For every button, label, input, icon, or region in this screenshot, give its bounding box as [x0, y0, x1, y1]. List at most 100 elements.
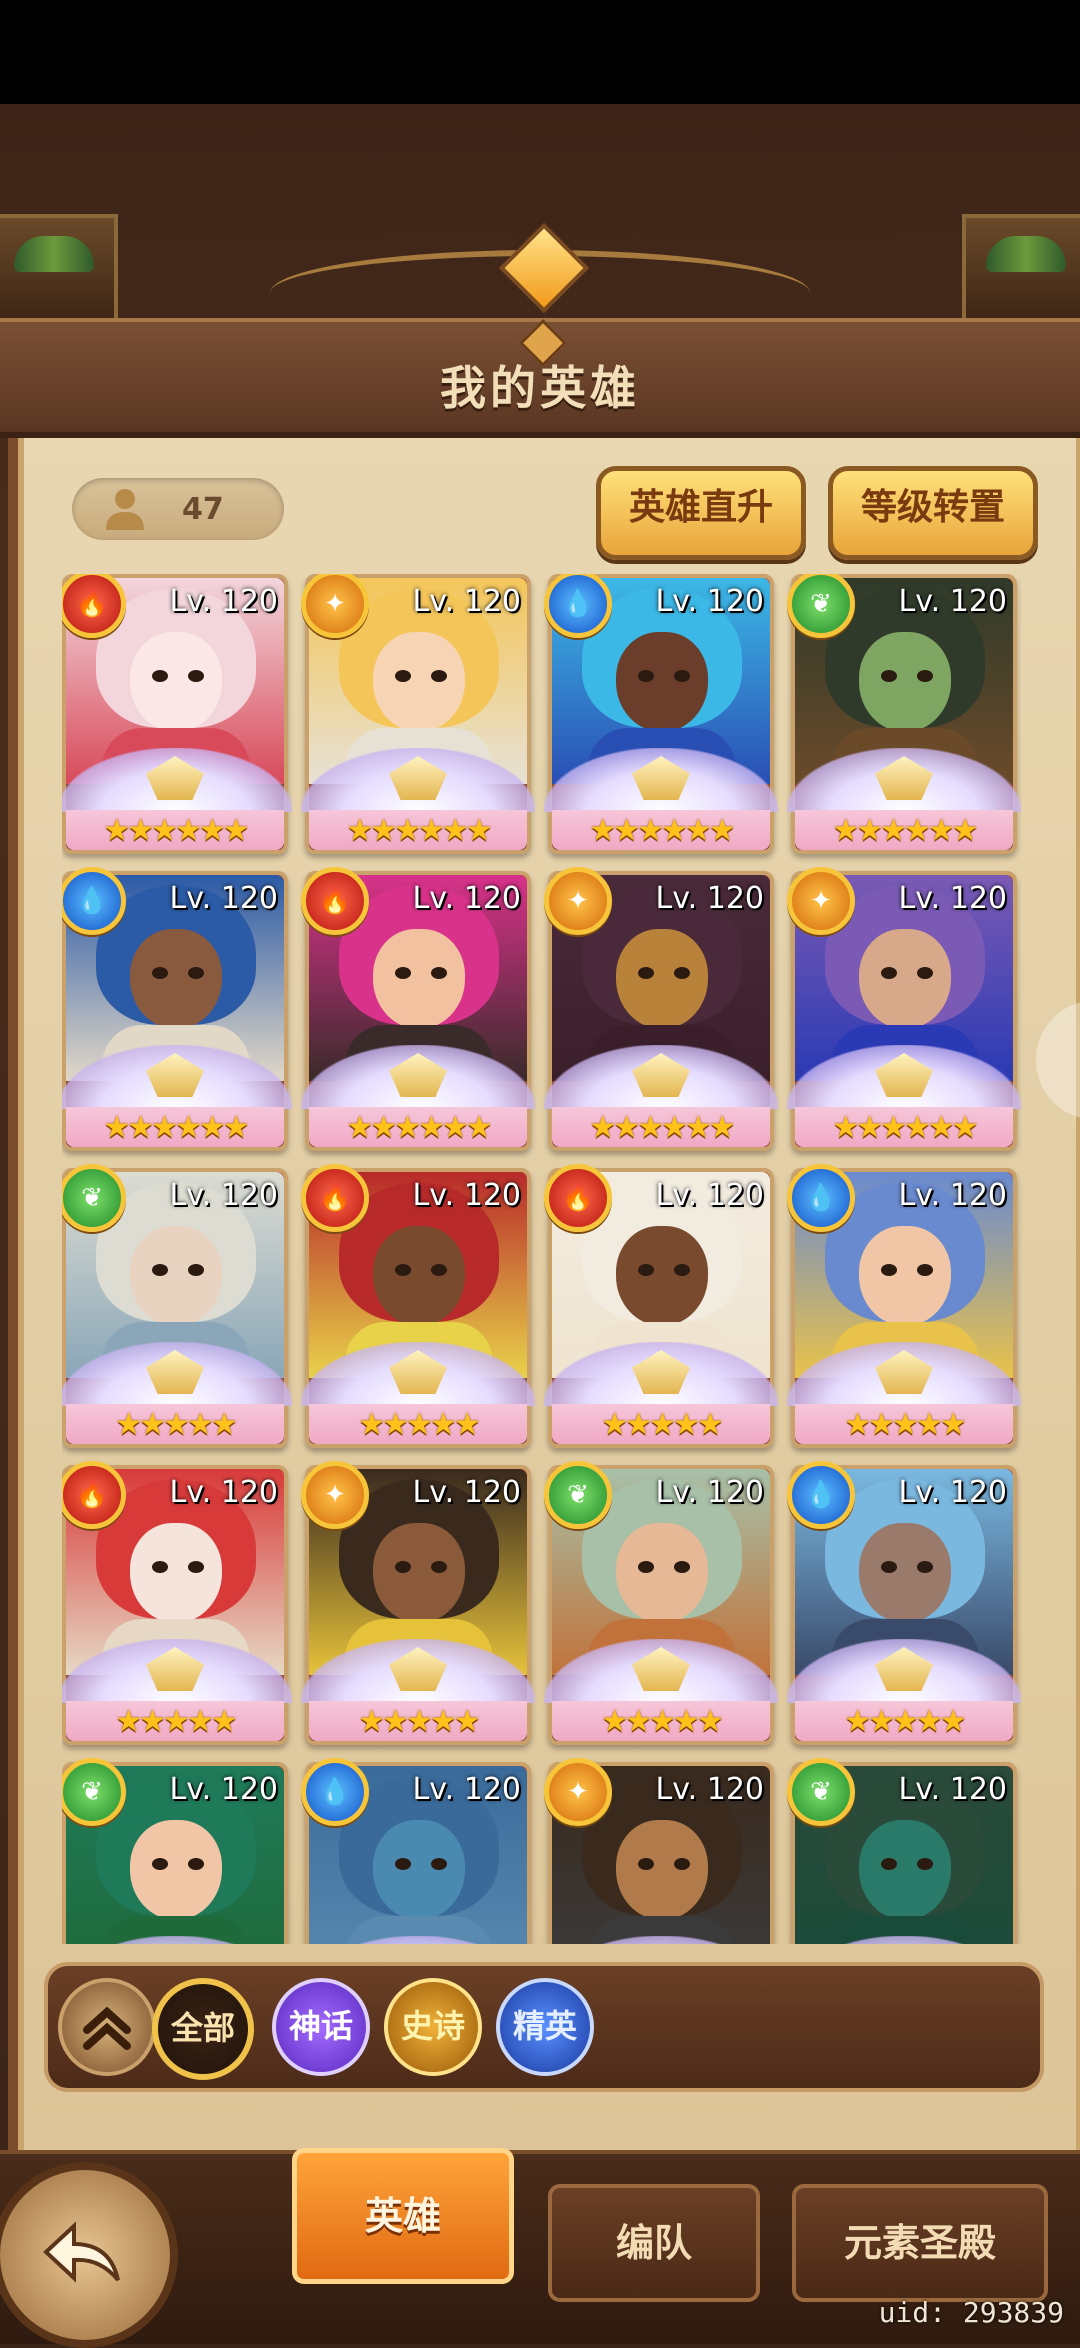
hero-face: [130, 1523, 222, 1623]
filter-epic-button[interactable]: 史诗: [384, 1978, 482, 2076]
wings-decoration: [301, 1936, 535, 1944]
person-icon: [106, 489, 144, 530]
star-rating: ★★★★★★: [103, 1110, 249, 1145]
hero-level: Lv. 120: [898, 1475, 1007, 1510]
hero-card[interactable]: ★★★★★ Lv. 120 🔥: [62, 1461, 292, 1745]
hero-card[interactable]: ★★★★★ Lv. 120 ✦: [301, 1461, 535, 1745]
hero-card[interactable]: ★★★★★★ Lv. 120 ✦: [544, 867, 778, 1151]
water-element-icon: 💧: [301, 1758, 369, 1826]
hero-face: [373, 632, 465, 732]
hero-level: Lv. 120: [655, 1178, 764, 1213]
hero-face: [373, 1226, 465, 1326]
hero-card[interactable]: ★★★★★★ Lv. 120 ❦: [787, 574, 1021, 854]
star-rating: ★★★★★★: [346, 1110, 492, 1145]
star-rating: ★★★★★★: [589, 1110, 735, 1145]
light-element-icon: ✦: [544, 1758, 612, 1826]
wings-decoration: [787, 1936, 1021, 1944]
hero-eye: [917, 1858, 933, 1870]
tab-team[interactable]: 编队: [548, 2184, 760, 2302]
wings-decoration: [544, 1936, 778, 1944]
hero-face: [130, 1226, 222, 1326]
star-rating: ★★★★★: [844, 1407, 966, 1442]
hero-eye: [431, 670, 447, 682]
hero-level: Lv. 120: [412, 1475, 521, 1510]
water-element-icon: 💧: [787, 1164, 855, 1232]
hero-card[interactable]: ★★★★★ Lv. 120 🔥: [544, 1164, 778, 1448]
direct-upgrade-button[interactable]: 英雄直升: [596, 466, 806, 560]
page-title: 我的英雄: [440, 361, 640, 415]
hero-level: Lv. 120: [169, 881, 278, 916]
double-chevron-up-icon: [83, 2006, 131, 2050]
hero-eye: [152, 670, 168, 682]
tab-heroes[interactable]: 英雄: [292, 2148, 514, 2284]
star-rating: ★★★★★: [115, 1704, 237, 1739]
hero-level: Lv. 120: [898, 1178, 1007, 1213]
hero-card[interactable]: ★★★★★ Lv. 120 💧: [787, 1461, 1021, 1745]
hero-card[interactable]: ★★★★★★ Lv. 120 🔥: [62, 574, 292, 854]
tab-element-temple[interactable]: 元素圣殿: [792, 2184, 1048, 2302]
star-rating: ★★★★★★: [832, 1110, 978, 1145]
hero-card[interactable]: ★★★★★★ Lv. 120 💧: [62, 867, 292, 1151]
hero-eye: [152, 967, 168, 979]
hero-eye: [188, 670, 204, 682]
hero-face: [373, 929, 465, 1029]
hero-card[interactable]: ★★★★★★ Lv. 120 ✦: [787, 867, 1021, 1151]
left-pillar-decoration: [0, 214, 118, 322]
hero-face: [130, 632, 222, 732]
level-transfer-button[interactable]: 等级转置: [828, 466, 1038, 560]
hero-card[interactable]: ★★★★★★ Lv. 120 🔥: [301, 867, 535, 1151]
hero-card[interactable]: ★★★★★ Lv. 120 🔥: [301, 1164, 535, 1448]
hero-eye: [152, 1264, 168, 1276]
star-rating: ★★★★★: [358, 1407, 480, 1442]
collapse-button[interactable]: [58, 1978, 156, 2076]
hero-card[interactable]: Lv. 120 ❦: [62, 1758, 292, 1944]
hero-level: Lv. 120: [169, 1178, 278, 1213]
hero-eye: [188, 1561, 204, 1573]
filter-all-button[interactable]: 全部: [152, 1978, 254, 2080]
hero-count: 47: [182, 492, 224, 527]
hero-level: Lv. 120: [169, 1475, 278, 1510]
hero-eye: [188, 1264, 204, 1276]
star-rating: ★★★★★: [844, 1704, 966, 1739]
hero-face: [130, 929, 222, 1029]
hero-eye: [431, 1561, 447, 1573]
hero-eye: [431, 1858, 447, 1870]
hero-card[interactable]: ★★★★★★ Lv. 120 💧: [544, 574, 778, 854]
star-rating: ★★★★★: [601, 1704, 723, 1739]
fire-element-icon: 🔥: [301, 867, 369, 935]
light-element-icon: ✦: [544, 867, 612, 935]
leaf-ornament: [986, 236, 1066, 272]
back-arrow-icon: [43, 2221, 120, 2283]
hero-eye: [917, 967, 933, 979]
nature-element-icon: ❦: [544, 1461, 612, 1529]
filter-myth-button[interactable]: 神话: [272, 1978, 370, 2076]
hero-card[interactable]: Lv. 120 ✦: [544, 1758, 778, 1944]
hero-level: Lv. 120: [169, 1772, 278, 1807]
fire-element-icon: 🔥: [544, 1164, 612, 1232]
hero-eye: [881, 670, 897, 682]
hero-level: Lv. 120: [412, 1772, 521, 1807]
filter-elite-button[interactable]: 精英: [496, 1978, 594, 2076]
hero-level: Lv. 120: [898, 584, 1007, 619]
hero-card[interactable]: ★★★★★ Lv. 120 ❦: [62, 1164, 292, 1448]
hero-eye: [917, 1561, 933, 1573]
hero-card[interactable]: ★★★★★ Lv. 120 ❦: [544, 1461, 778, 1745]
hero-eye: [881, 967, 897, 979]
hero-face: [859, 632, 951, 732]
hero-eye: [431, 1264, 447, 1276]
wings-decoration: [62, 1936, 292, 1944]
star-rating: ★★★★★: [115, 1407, 237, 1442]
hero-card[interactable]: Lv. 120 💧: [301, 1758, 535, 1944]
light-element-icon: ✦: [787, 867, 855, 935]
hero-eye: [674, 967, 690, 979]
hero-card[interactable]: ★★★★★★ Lv. 120 ✦: [301, 574, 535, 854]
back-button[interactable]: [0, 2162, 178, 2348]
hero-card[interactable]: ★★★★★ Lv. 120 💧: [787, 1164, 1021, 1448]
hero-eye: [395, 1858, 411, 1870]
hero-level: Lv. 120: [655, 1475, 764, 1510]
user-id: uid: 293839: [878, 2296, 1064, 2329]
hero-eye: [395, 1561, 411, 1573]
hero-card[interactable]: Lv. 120 ❦: [787, 1758, 1021, 1944]
hero-face: [616, 929, 708, 1029]
hero-level: Lv. 120: [169, 584, 278, 619]
